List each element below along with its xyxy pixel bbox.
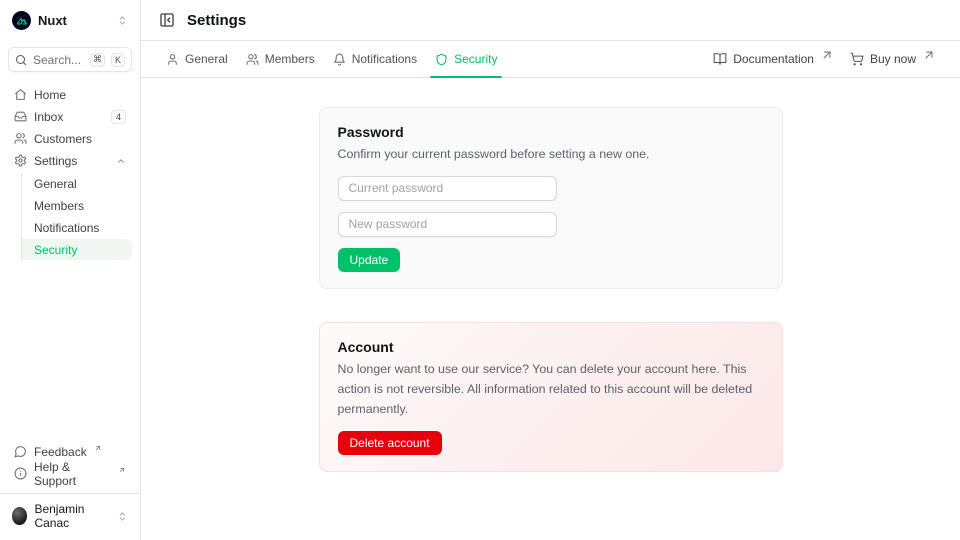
sidebar-item-security[interactable]: Security xyxy=(22,239,132,260)
sidebar-item-label: Security xyxy=(34,243,77,257)
search-icon xyxy=(15,54,27,66)
shopping-cart-icon xyxy=(850,52,864,66)
sidebar-item-home[interactable]: Home xyxy=(8,84,132,105)
user-menu[interactable]: Benjamin Canac xyxy=(8,494,132,532)
sidebar: Nuxt Search... ⌘ K Home Inbox 4 xyxy=(0,0,141,540)
page-header: Settings xyxy=(141,0,960,41)
users-icon xyxy=(246,53,259,66)
settings-tabbar: General Members Notifications Security xyxy=(141,41,960,78)
collapse-sidebar-button[interactable] xyxy=(157,10,177,30)
bell-icon xyxy=(333,53,346,66)
sidebar-item-label: Feedback xyxy=(34,445,87,459)
external-link-icon xyxy=(820,48,834,62)
main-panel: Settings General Members Notifications S… xyxy=(141,0,960,540)
settings-subnav: General Members Notifications Security xyxy=(21,173,132,260)
page-title: Settings xyxy=(187,12,246,29)
sidebar-spacer xyxy=(8,262,132,441)
tab-security[interactable]: Security xyxy=(426,41,506,77)
inbox-icon xyxy=(14,110,27,123)
sidebar-item-customers[interactable]: Customers xyxy=(8,128,132,149)
sidebar-item-label: General xyxy=(34,177,77,191)
external-link-icon xyxy=(922,48,936,62)
sidebar-item-label: Members xyxy=(34,199,84,213)
search-input[interactable]: Search... ⌘ K xyxy=(8,47,132,72)
sidebar-item-label: Customers xyxy=(34,132,92,146)
chat-bubble-icon xyxy=(14,445,27,458)
account-card-title: Account xyxy=(338,339,764,355)
current-password-field[interactable] xyxy=(338,176,557,201)
kbd-k: K xyxy=(111,53,125,67)
sidebar-item-label: Notifications xyxy=(34,221,99,235)
sidebar-item-label: Inbox xyxy=(34,110,63,124)
documentation-link[interactable]: Documentation xyxy=(705,41,842,77)
sidebar-item-general[interactable]: General xyxy=(22,173,132,194)
password-card-title: Password xyxy=(338,124,764,140)
sidebar-item-help-support[interactable]: Help & Support xyxy=(8,463,132,484)
update-password-button[interactable]: Update xyxy=(338,248,401,272)
users-icon xyxy=(14,132,27,145)
tabbar-spacer xyxy=(506,41,705,77)
info-circle-icon xyxy=(14,467,27,480)
gear-icon xyxy=(14,154,27,167)
account-card: Account No longer want to use our servic… xyxy=(319,322,783,473)
sidebar-item-label: Settings xyxy=(34,154,77,168)
inbox-count-badge: 4 xyxy=(111,110,126,124)
external-link-icon xyxy=(118,466,126,474)
external-link-icon xyxy=(94,444,102,452)
sidebar-nav: Home Inbox 4 Customers Settings xyxy=(8,84,132,262)
team-name: Nuxt xyxy=(38,13,67,28)
top-link-label: Documentation xyxy=(733,52,814,66)
tab-label: General xyxy=(185,52,228,66)
avatar xyxy=(12,507,27,525)
new-password-field[interactable] xyxy=(338,212,557,237)
sidebar-item-notifications[interactable]: Notifications xyxy=(22,217,132,238)
user-name: Benjamin Canac xyxy=(34,502,110,530)
sidebar-item-members[interactable]: Members xyxy=(22,195,132,216)
book-open-icon xyxy=(713,52,727,66)
delete-account-button[interactable]: Delete account xyxy=(338,431,442,455)
sidebar-item-settings[interactable]: Settings xyxy=(8,150,132,171)
home-icon xyxy=(14,88,27,101)
user-icon xyxy=(166,53,179,66)
account-card-description: No longer want to use our service? You c… xyxy=(338,360,764,420)
chevron-up-icon xyxy=(116,156,126,166)
kbd-meta: ⌘ xyxy=(90,53,105,67)
settings-content: Password Confirm your current password b… xyxy=(141,78,960,540)
sidebar-item-label: Home xyxy=(34,88,66,102)
shield-icon xyxy=(435,53,448,66)
tab-general[interactable]: General xyxy=(157,41,237,77)
team-selector[interactable]: Nuxt xyxy=(8,8,132,33)
tab-label: Notifications xyxy=(352,52,417,66)
password-card-description: Confirm your current password before set… xyxy=(338,145,764,165)
nuxt-logo-icon xyxy=(12,11,31,30)
chevrons-up-down-icon xyxy=(117,15,128,26)
sidebar-footer-nav: Feedback Help & Support xyxy=(8,441,132,485)
search-placeholder: Search... xyxy=(33,53,84,67)
sidebar-item-inbox[interactable]: Inbox 4 xyxy=(8,106,132,127)
tab-notifications[interactable]: Notifications xyxy=(324,41,426,77)
buy-now-link[interactable]: Buy now xyxy=(842,41,944,77)
password-card: Password Confirm your current password b… xyxy=(319,107,783,289)
top-link-label: Buy now xyxy=(870,52,916,66)
tab-label: Security xyxy=(454,52,497,66)
sidebar-item-label: Help & Support xyxy=(34,460,111,488)
tab-members[interactable]: Members xyxy=(237,41,324,77)
panel-left-close-icon xyxy=(159,12,175,28)
chevrons-up-down-icon xyxy=(117,511,128,522)
tab-label: Members xyxy=(265,52,315,66)
